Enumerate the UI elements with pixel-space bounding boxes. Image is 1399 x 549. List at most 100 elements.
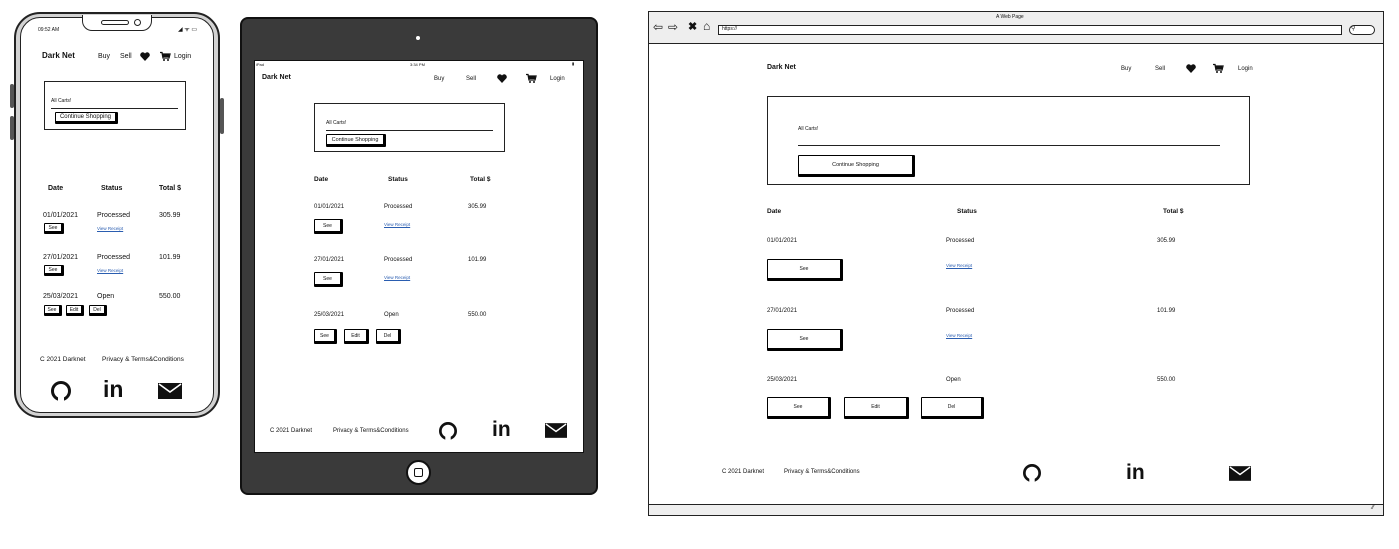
phone-side-button [10,84,14,108]
brand-logo[interactable]: Dark Net [262,74,291,81]
edit-button[interactable]: Edit [66,305,84,316]
github-icon[interactable] [51,381,71,401]
nav-buy[interactable]: Buy [434,76,444,82]
footer-privacy-link[interactable]: Privacy & Terms&Conditions [102,356,184,364]
header-date: Date [48,185,64,192]
nav-sell[interactable]: Sell [1155,66,1165,72]
see-button[interactable]: See [767,329,843,351]
header-total: Total $ [1163,208,1184,215]
del-button[interactable]: Del [921,397,984,419]
url-text: https:// [722,26,738,32]
back-icon[interactable]: ⇦ [653,21,663,33]
cart-icon[interactable] [526,73,537,83]
continue-shopping-button[interactable]: Continue Shopping [55,112,118,124]
forward-icon[interactable]: ⇨ [668,21,678,33]
edit-button[interactable]: Edit [344,329,369,344]
view-receipt-link[interactable]: View Receipt [946,263,972,269]
heart-icon[interactable] [1186,64,1196,73]
row-status: Processed [97,212,131,219]
phone-camera [134,19,141,26]
heart-icon[interactable] [140,52,150,61]
see-button[interactable]: See [44,265,64,276]
home-icon[interactable]: ⌂ [703,20,710,32]
status-icons: ◢ ᯤ ▭ [178,27,198,33]
view-receipt-link[interactable]: View Receipt [97,226,123,232]
nav-buy[interactable]: Buy [98,53,110,60]
brand-logo[interactable]: Dark Net [42,52,75,60]
header-date: Date [314,176,329,183]
row-date: 01/01/2021 [767,238,798,244]
row-status: Processed [946,308,975,314]
row-total: 101.99 [159,254,181,261]
del-button[interactable]: Del [89,305,107,316]
resize-handle-icon[interactable]: ⁄⁄ [1372,505,1374,511]
nav-buy[interactable]: Buy [1121,66,1131,72]
see-button[interactable]: See [314,272,343,287]
row-total: 305.99 [468,204,487,210]
row-status: Processed [384,204,413,210]
linkedin-icon[interactable]: in [1126,462,1145,483]
row-total: 550.00 [159,293,181,300]
row-date: 27/01/2021 [43,254,79,261]
github-icon[interactable] [1023,464,1041,482]
mail-icon[interactable] [1229,466,1251,481]
continue-shopping-button[interactable]: Continue Shopping [798,155,915,177]
cart-divider [798,145,1220,146]
heart-icon[interactable] [497,74,507,83]
row-date: 25/03/2021 [767,377,798,383]
cart-icon[interactable] [1213,63,1224,73]
edit-button[interactable]: Edit [844,397,909,419]
del-button[interactable]: Del [376,329,401,344]
see-button[interactable]: See [767,259,843,281]
nav-sell[interactable]: Sell [466,76,476,82]
header-status: Status [388,176,408,183]
row-status: Processed [384,257,413,263]
nav-login[interactable]: Login [174,53,191,60]
mail-icon[interactable] [158,383,182,399]
see-button[interactable]: See [44,223,64,234]
url-bar[interactable] [718,25,1342,35]
view-receipt-link[interactable]: View Receipt [97,268,123,274]
github-icon[interactable] [439,422,457,440]
row-status: Open [946,377,961,383]
see-button[interactable]: See [314,329,337,344]
phone-side-button [10,116,14,140]
view-receipt-link[interactable]: View Receipt [384,275,410,281]
row-total: 101.99 [468,257,487,263]
see-button[interactable]: See [44,305,62,316]
cart-icon[interactable] [160,51,171,61]
see-button[interactable]: See [767,397,831,419]
row-date: 27/01/2021 [314,257,345,263]
mail-icon[interactable] [545,423,567,438]
close-icon[interactable]: ✖ [688,22,697,33]
header-total: Total $ [159,185,182,192]
footer-copyright: C 2021 Darknet [270,428,313,434]
footer-privacy-link[interactable]: Privacy & Terms&Conditions [333,428,409,434]
header-status: Status [957,208,977,215]
nav-sell[interactable]: Sell [120,53,132,60]
view-receipt-link[interactable]: View Receipt [384,222,410,228]
cart-title: All Carts! [326,120,347,126]
tablet-time: 3:34 PM [410,62,425,67]
header-date: Date [767,208,782,215]
cart-divider [51,108,178,109]
nav-login[interactable]: Login [1238,66,1253,72]
continue-shopping-button[interactable]: Continue Shopping [326,134,386,147]
row-total: 101.99 [1157,308,1176,314]
footer-privacy-link[interactable]: Privacy & Terms&Conditions [784,469,860,475]
brand-logo[interactable]: Dark Net [767,64,796,71]
tablet-battery: ▮ [572,61,575,66]
header-status: Status [101,185,123,192]
row-total: 305.99 [159,212,181,219]
nav-login[interactable]: Login [550,76,565,82]
linkedin-icon[interactable]: in [492,419,511,440]
row-status: Open [97,293,115,300]
view-receipt-link[interactable]: View Receipt [946,333,972,339]
row-total: 550.00 [1157,377,1176,383]
see-button[interactable]: See [314,219,343,234]
linkedin-icon[interactable]: in [103,378,123,401]
row-total: 550.00 [468,312,487,318]
tablet-home-inner [414,468,423,477]
browser-window [648,11,1384,516]
row-date: 01/01/2021 [314,204,345,210]
